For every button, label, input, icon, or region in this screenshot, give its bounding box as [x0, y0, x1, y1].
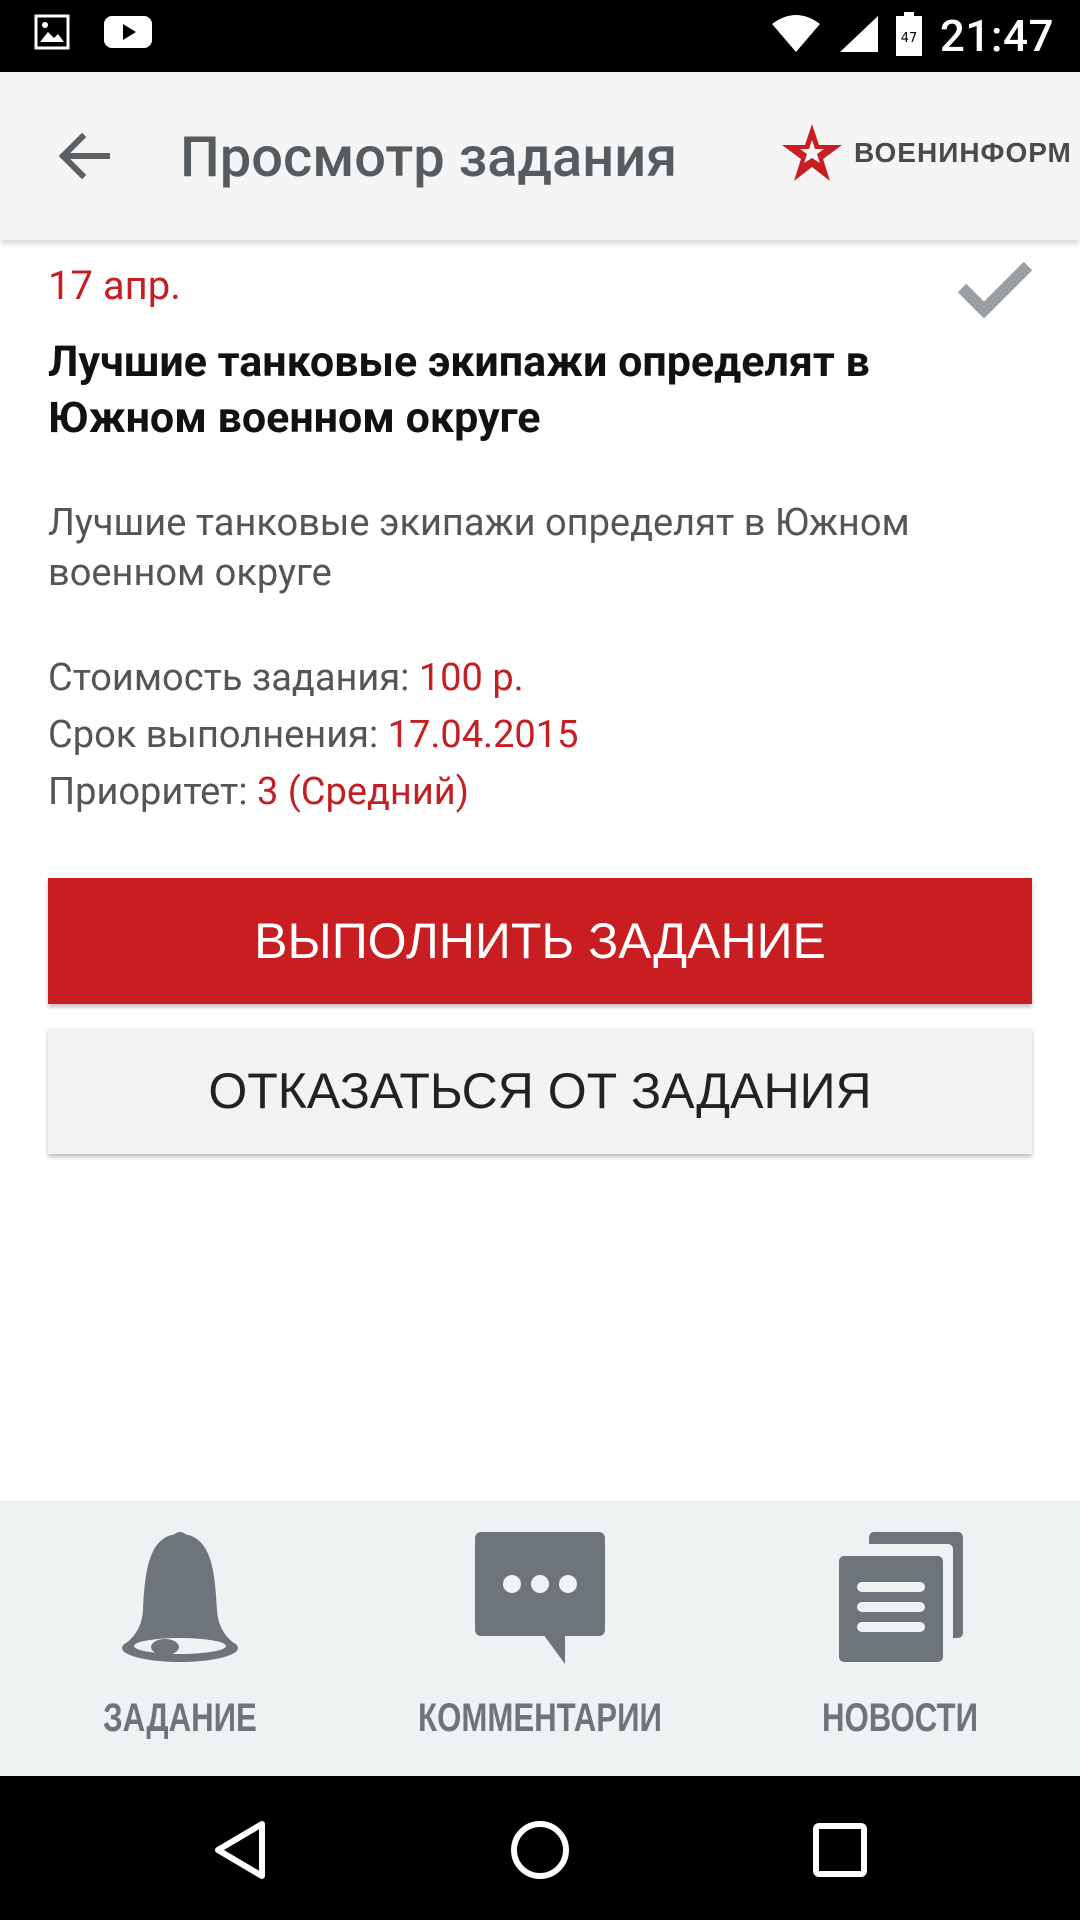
task-deadline: Срок выполнения: 17.04.2015 [48, 707, 579, 764]
clock: 21:47 [939, 10, 1054, 62]
circle-home-icon [511, 1821, 569, 1879]
bottom-nav: ЗАДАНИЕ КОММЕНТАРИИ НОВОСТИ [0, 1500, 1080, 1776]
system-nav-bar [0, 1776, 1080, 1920]
star-logo-icon [782, 124, 842, 181]
home-nav-button[interactable] [508, 1818, 572, 1882]
back-nav-button[interactable] [210, 1818, 274, 1882]
deadline-label: Срок выполнения: [48, 713, 388, 757]
status-bar: 47 21:47 [0, 0, 1080, 72]
nav-label-task: ЗАДАНИЕ [103, 1696, 257, 1740]
nav-item-comments[interactable]: КОММЕНТАРИИ [360, 1500, 720, 1776]
comment-icon [475, 1532, 605, 1664]
priority-label: Приоритет: [48, 770, 257, 814]
priority-value: 3 (Средний) [256, 770, 469, 814]
decline-task-button[interactable]: ОТКАЗАТЬСЯ ОТ ЗАДАНИЯ [48, 1028, 1032, 1154]
system-indicators: 47 21:47 [771, 8, 1054, 64]
battery-icon: 47 [895, 12, 922, 60]
nav-label-news: НОВОСТИ [821, 1696, 979, 1740]
cost-label: Стоимость задания: [48, 656, 419, 700]
nav-item-news[interactable]: НОВОСТИ [720, 1500, 1080, 1776]
triangle-back-icon [215, 1821, 265, 1879]
image-icon [34, 14, 70, 54]
cost-value: 100 р. [418, 656, 524, 700]
square-recents-icon [813, 1823, 867, 1877]
check-icon [958, 261, 1032, 318]
back-button[interactable] [48, 120, 120, 192]
bell-icon [122, 1532, 238, 1662]
wifi-icon [771, 14, 820, 58]
page-title: Просмотр задания [180, 124, 678, 190]
task-description: Лучшие танковые экипажи определят в Южно… [48, 501, 910, 595]
task-priority: Приоритет: 3 (Средний) [48, 764, 579, 821]
nav-item-task[interactable]: ЗАДАНИЕ [0, 1500, 360, 1776]
youtube-icon [104, 14, 152, 54]
task-date: 17 апр. [48, 262, 181, 309]
notification-icons [34, 14, 152, 54]
recents-nav-button[interactable] [808, 1818, 872, 1882]
task-cost: Стоимость задания: 100 р. [48, 650, 579, 707]
arrow-back-icon [58, 133, 110, 179]
app-bar: Просмотр задания ВОЕНИНФОРМ [0, 72, 1080, 240]
nav-label-comments: КОММЕНТАРИИ [418, 1696, 662, 1740]
complete-task-button[interactable]: ВЫПОЛНИТЬ ЗАДАНИЕ [48, 878, 1032, 1004]
deadline-value: 17.04.2015 [387, 713, 579, 757]
brand-logo: ВОЕНИНФОРМ [780, 122, 1072, 184]
battery-level: 47 [901, 31, 918, 46]
signal-icon [838, 14, 878, 58]
task-title: Лучшие танковые экипажи определят в Южно… [48, 337, 870, 443]
news-icon [839, 1532, 963, 1662]
brand-text: ВОЕНИНФОРМ [854, 137, 1072, 168]
task-meta: Стоимость задания: 100 р. Срок выполнени… [48, 650, 579, 821]
